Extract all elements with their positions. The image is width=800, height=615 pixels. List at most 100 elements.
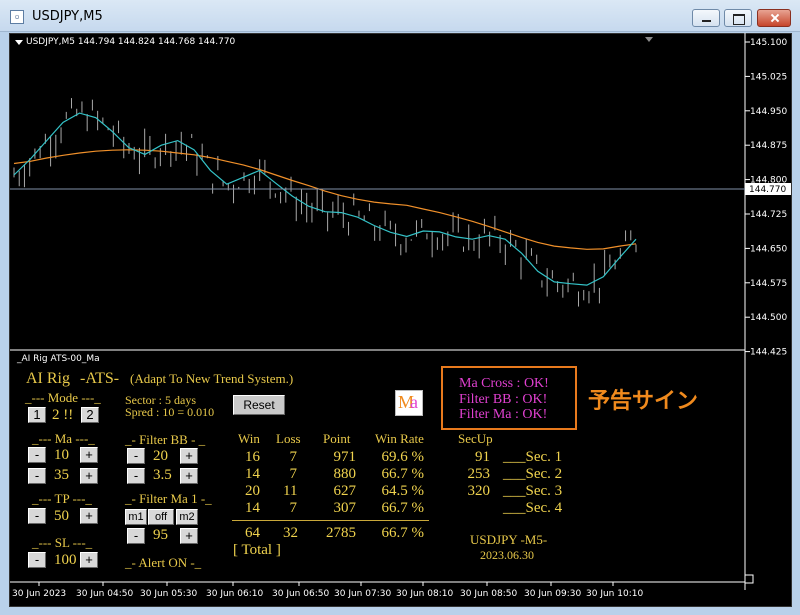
- header-loss: Loss: [276, 431, 301, 446]
- signal-ma-cross: Ma Cross : OK!: [459, 376, 549, 391]
- stats-cell: 69.6 %: [381, 449, 425, 465]
- tp-minus-button[interactable]: -: [28, 508, 46, 524]
- scale-marker-icon: [744, 574, 754, 584]
- time-tick-label: 30 Jun 08:10: [396, 589, 453, 599]
- panel-title: AI Rig: [26, 370, 70, 387]
- ma1-m2-button[interactable]: m2: [176, 509, 198, 525]
- sl-minus-button[interactable]: -: [28, 552, 46, 568]
- tp-plus-button[interactable]: +: [80, 508, 98, 524]
- sl-label: _--- SL ---_: [32, 535, 93, 550]
- signal-filter-bb: Filter BB : OK!: [459, 392, 548, 407]
- advance-signal-label: 予告サイン: [588, 389, 699, 414]
- time-tick-label: 30 Jun 07:30: [334, 589, 391, 599]
- secup-value: 320: [467, 483, 491, 499]
- ma1-filter-minus-button[interactable]: -: [127, 528, 145, 544]
- price-tick-label: 144.575: [750, 279, 787, 289]
- bb2-minus-button[interactable]: -: [127, 468, 145, 484]
- stats-cell: 66.7 %: [381, 525, 425, 541]
- moving-averages: [13, 112, 637, 286]
- time-tick-label: 30 Jun 09:30: [524, 589, 581, 599]
- spread-info: Spred : 10 = 0.010: [125, 405, 215, 419]
- header-win-rate: Win Rate: [375, 431, 424, 446]
- secup-label: ___Sec. 4: [503, 500, 563, 516]
- stats-cell: 14: [245, 466, 260, 482]
- ma1-m1-button[interactable]: m1: [125, 509, 147, 525]
- bb2-plus-button[interactable]: +: [180, 468, 198, 484]
- current-price-label: 144.770: [749, 185, 786, 195]
- ma1-plus-button[interactable]: +: [80, 447, 98, 463]
- price-tick-label: 145.025: [750, 72, 787, 82]
- time-tick-label: 30 Jun 10:10: [586, 589, 643, 599]
- price-axis: 145.100145.025144.950144.875144.800144.7…: [745, 38, 787, 358]
- time-tick-label: 30 Jun 08:50: [460, 589, 517, 599]
- ma1-filter-plus-button[interactable]: +: [180, 528, 198, 544]
- alert-status: _- Alert ON -_: [125, 555, 202, 570]
- stats-cell: 307: [333, 500, 357, 516]
- price-tick-label: 144.500: [750, 313, 787, 323]
- ma1-off-button[interactable]: off: [148, 509, 174, 525]
- secup-header: SecUp: [458, 431, 493, 446]
- bb1-plus-button[interactable]: +: [180, 448, 198, 464]
- time-tick-label: 30 Jun 06:10: [206, 589, 263, 599]
- panel-subtitle: -ATS-: [80, 370, 120, 387]
- stats-cell: 66.7 %: [381, 500, 425, 516]
- secup-label: ___Sec. 1: [503, 449, 563, 465]
- tp-label: _--- TP ---_: [32, 491, 92, 506]
- ma-label: _--- Ma ---_: [32, 431, 95, 446]
- time-tick-label: 30 Jun 06:50: [272, 589, 329, 599]
- secup-label: ___Sec. 3: [503, 483, 563, 499]
- stats-cell: 20: [245, 483, 260, 499]
- stats-cell: 7: [289, 449, 298, 465]
- dropdown-triangle-icon[interactable]: [15, 40, 23, 45]
- ma-logo: M a: [395, 390, 423, 416]
- price-tick-label: 145.100: [750, 38, 787, 48]
- stats-cell: 32: [283, 525, 298, 541]
- stats-cell: 2785: [326, 525, 356, 541]
- stats-cell: 16: [245, 449, 260, 465]
- bb1-value: 20: [153, 448, 168, 464]
- footer-date: 2023.06.30: [480, 548, 534, 562]
- bb2-value: 3.5: [153, 467, 172, 483]
- ma1-value: 10: [54, 447, 69, 463]
- mode-2-button[interactable]: 2: [81, 407, 99, 423]
- reset-button[interactable]: Reset: [233, 395, 285, 415]
- slow-ma-line: [13, 149, 637, 250]
- time-axis: 30 Jun 2023 30 Jun 04:50 30 Jun 05:30 30 Ju…: [12, 582, 643, 599]
- ma1-filter-value: 95: [153, 527, 168, 543]
- stats-cell: 11: [283, 483, 298, 499]
- signal-filter-ma: Filter Ma : OK!: [459, 407, 548, 422]
- filter-bb-label: _- Filter BB - _: [125, 432, 206, 447]
- stats-cell: 7: [289, 466, 298, 482]
- footer-symbol: USDJPY -M5-: [470, 532, 548, 547]
- price-tick-label: 144.950: [750, 107, 787, 117]
- symbol-info: USDJPY,M5 144.794 144.824 144.768 144.77…: [26, 37, 236, 47]
- time-tick-label: 30 Jun 05:30: [140, 589, 197, 599]
- sl-plus-button[interactable]: +: [80, 552, 98, 568]
- bb1-minus-button[interactable]: -: [127, 448, 145, 464]
- price-tick-label: 144.875: [750, 141, 787, 151]
- ma2-minus-button[interactable]: -: [28, 468, 46, 484]
- stats-cell: 66.7 %: [381, 466, 425, 482]
- total-label: [ Total ]: [233, 542, 281, 558]
- sl-value: 100: [54, 552, 77, 568]
- stats-cell: 14: [245, 500, 260, 516]
- candles: [13, 98, 637, 307]
- ma2-value: 35: [54, 467, 69, 483]
- stats-cell: 7: [289, 500, 298, 516]
- time-tick-label: 30 Jun 2023: [12, 589, 66, 599]
- price-chart[interactable]: 145.100145.025144.950144.875144.800144.7…: [0, 0, 800, 615]
- stats-cell: 64.5 %: [381, 483, 425, 499]
- secup-value: 253: [467, 466, 491, 482]
- stats-cell: 880: [333, 466, 357, 482]
- panel-description: (Adapt To New Trend System.): [130, 371, 294, 386]
- stats-cell: 64: [245, 525, 260, 541]
- ma1-minus-button[interactable]: -: [28, 447, 46, 463]
- stats-cell: 627: [333, 483, 357, 499]
- tp-value: 50: [54, 508, 69, 524]
- subwindow-title: _AI Rig ATS-00_Ma: [17, 354, 100, 364]
- mode-1-button[interactable]: 1: [28, 407, 46, 423]
- stats-cell: 971: [333, 449, 357, 465]
- total-divider: [232, 520, 429, 521]
- fast-ma-line: [13, 112, 637, 286]
- ma2-plus-button[interactable]: +: [80, 468, 98, 484]
